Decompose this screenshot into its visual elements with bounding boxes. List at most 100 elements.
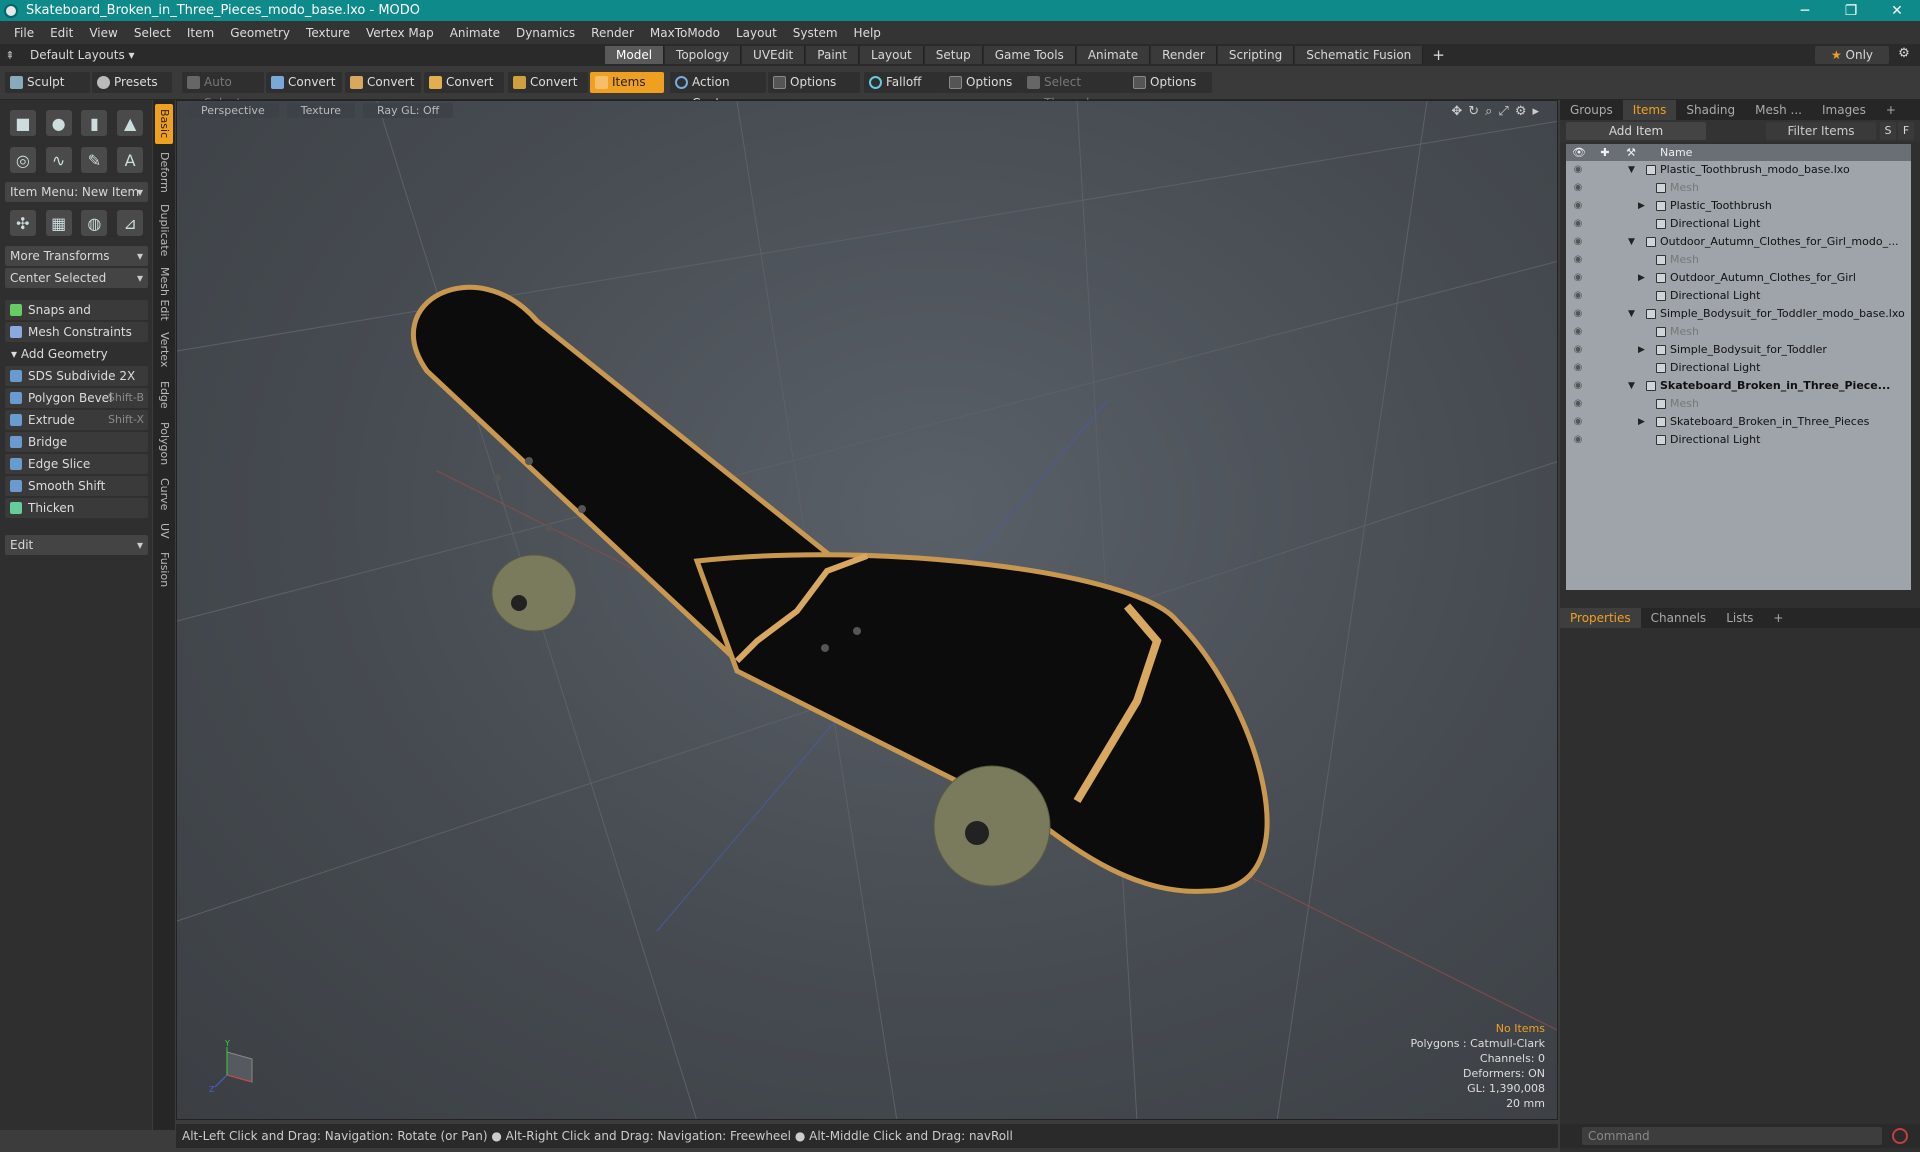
tab-channels[interactable]: Channels <box>1641 608 1717 628</box>
falloff-button[interactable]: Falloff <box>864 72 944 93</box>
vtab-deform[interactable]: Deform <box>155 148 173 196</box>
tab-images[interactable]: Images <box>1812 100 1876 120</box>
expand-arrow-icon[interactable]: ▶ <box>1638 197 1648 215</box>
tree-row[interactable]: ◉ ▼ Skateboard_Broken_in_Three_Piece... <box>1566 377 1911 395</box>
falloff-options-button[interactable]: Options <box>944 72 1022 93</box>
cone-icon[interactable]: ▲ <box>117 110 144 136</box>
tree-row[interactable]: ◉ ▼ Simple_Bodysuit_for_Toddler_modo_base.… <box>1566 305 1911 323</box>
visibility-eye-icon[interactable]: ◉ <box>1571 431 1585 449</box>
menu-select[interactable]: Select <box>126 26 179 40</box>
tab-topology[interactable]: Topology <box>665 46 742 64</box>
cylinder-icon[interactable]: ▮ <box>81 110 108 136</box>
tab-paint[interactable]: Paint <box>806 46 859 64</box>
collapse-arrow-icon[interactable]: ▼ <box>1628 161 1638 179</box>
tab-items[interactable]: Items <box>1622 100 1677 120</box>
vtab-edge[interactable]: Edge <box>155 376 173 414</box>
tree-row[interactable]: ◉ ▶ Plastic_Toothbrush <box>1566 197 1911 215</box>
sphere-icon[interactable]: ● <box>45 110 72 136</box>
tab-game-tools[interactable]: Game Tools <box>983 46 1076 64</box>
tree-row[interactable]: ◉ ▶ Outdoor_Autumn_Clothes_for_Girl <box>1566 269 1911 287</box>
tab-layout[interactable]: Layout <box>859 46 924 64</box>
visibility-eye-icon[interactable]: ◉ <box>1571 341 1585 359</box>
rotate-icon[interactable]: ↻ <box>1468 104 1479 119</box>
command-input[interactable]: Command <box>1582 1127 1882 1145</box>
sds-subdivide-button[interactable]: SDS Subdivide 2X <box>5 366 148 386</box>
visibility-eye-icon[interactable]: ◉ <box>1571 359 1585 377</box>
tree-row[interactable]: ◉ Mesh <box>1566 323 1911 341</box>
vtab-mesh-edit[interactable]: Mesh Edit <box>155 264 173 324</box>
vtab-fusion[interactable]: Fusion <box>155 548 173 592</box>
capsule-icon[interactable]: ∿ <box>45 147 72 173</box>
transform-icon[interactable]: ✣ <box>9 210 36 236</box>
visibility-eye-icon[interactable]: ◉ <box>1571 377 1585 395</box>
tab-lists[interactable]: Lists <box>1716 608 1763 628</box>
add-geometry-header[interactable]: ▾ Add Geometry <box>5 345 148 363</box>
menu-maxtomodo[interactable]: MaxToModo <box>642 26 728 40</box>
shading-dropdown[interactable]: Texture <box>286 103 355 118</box>
record-macro-icon[interactable] <box>1892 1128 1908 1144</box>
minimize-button[interactable]: ─ <box>1782 3 1828 19</box>
edit-dropdown[interactable]: Edit <box>5 535 148 555</box>
select-through-button[interactable]: Select Through <box>1022 72 1128 110</box>
tree-row[interactable]: ◉ Directional Light <box>1566 287 1911 305</box>
menu-help[interactable]: Help <box>846 26 889 40</box>
tree-row[interactable]: ◉ Directional Light <box>1566 359 1911 377</box>
lock-column-icon[interactable]: ✚ <box>1592 146 1618 159</box>
menu-render[interactable]: Render <box>583 26 642 40</box>
add-item-dropdown[interactable]: Add Item <box>1566 122 1706 140</box>
expand-arrow-icon[interactable]: ▶ <box>1638 413 1648 431</box>
center-selected-dropdown[interactable]: Center Selected <box>5 268 148 288</box>
tree-row[interactable]: ◉ Mesh <box>1566 179 1911 197</box>
close-button[interactable]: ✕ <box>1874 3 1920 19</box>
filter-items-input[interactable]: Filter Items <box>1766 122 1876 140</box>
items-mode-button[interactable]: Items <box>590 72 664 93</box>
tab-uvedit[interactable]: UVEdit <box>742 46 806 64</box>
visibility-eye-icon[interactable]: ◉ <box>1571 215 1585 233</box>
viewport-gear-icon[interactable]: ⚙ <box>1515 104 1527 119</box>
tab-animate[interactable]: Animate <box>1076 46 1151 64</box>
polygon-bevel-button[interactable]: Polygon Bevel Shift-B <box>5 388 148 408</box>
3d-viewport[interactable]: Perspective Texture Ray GL: Off ✥ ↻ ⌕ ⤢ … <box>176 100 1558 1120</box>
more-transforms-dropdown[interactable]: More Transforms <box>5 246 148 266</box>
menu-texture[interactable]: Texture <box>298 26 358 40</box>
globe-icon[interactable]: ◍ <box>81 210 108 236</box>
viewport-arrow-icon[interactable]: ▸ <box>1532 104 1539 119</box>
add-panel-tab-icon[interactable]: + <box>1876 100 1906 120</box>
tab-model[interactable]: Model <box>605 46 665 64</box>
menu-file[interactable]: File <box>6 26 42 40</box>
thicken-button[interactable]: Thicken <box>5 498 148 518</box>
vtab-curve[interactable]: Curve <box>155 474 173 514</box>
add-tab-icon[interactable]: + <box>1424 46 1453 64</box>
visibility-eye-icon[interactable]: ◉ <box>1571 179 1585 197</box>
collapse-arrow-icon[interactable]: ▼ <box>1628 377 1638 395</box>
menu-geometry[interactable]: Geometry <box>222 26 298 40</box>
tree-row[interactable]: ◉ Mesh <box>1566 395 1911 413</box>
grid-icon[interactable]: ▦ <box>45 210 72 236</box>
convert-vertex-button[interactable]: Convert <box>266 72 342 93</box>
tab-scripting[interactable]: Scripting <box>1217 46 1295 64</box>
tab-properties[interactable]: Properties <box>1560 608 1641 628</box>
visibility-eye-icon[interactable]: ◉ <box>1571 251 1585 269</box>
type-column-icon[interactable]: ⚒ <box>1618 146 1644 159</box>
vtab-vertex[interactable]: Vertex <box>155 328 173 372</box>
gear-icon[interactable]: ⚙ <box>1893 46 1915 64</box>
raygl-toggle[interactable]: Ray GL: Off <box>363 103 454 118</box>
only-button[interactable]: ★ Only <box>1815 46 1889 64</box>
auto-select-button[interactable]: Auto Select <box>182 72 264 110</box>
visibility-eye-icon[interactable]: ◉ <box>1571 395 1585 413</box>
extrude-button[interactable]: Extrude Shift-X <box>5 410 148 430</box>
expand-arrow-icon[interactable]: ▶ <box>1638 269 1648 287</box>
fit-icon[interactable]: ⤢ <box>1498 104 1508 119</box>
snaps-precision-button[interactable]: Snaps and Precision <box>5 300 148 337</box>
collapse-arrow-icon[interactable]: ▼ <box>1628 233 1638 251</box>
menu-animate[interactable]: Animate <box>442 26 508 40</box>
select-options-button[interactable]: Options <box>1128 72 1212 93</box>
item-menu-dropdown[interactable]: Item Menu: New Item <box>5 182 148 202</box>
zoom-icon[interactable]: ⌕ <box>1485 104 1492 119</box>
tree-row[interactable]: ◉ Directional Light <box>1566 215 1911 233</box>
filter-f-button[interactable]: F <box>1898 122 1914 140</box>
sculpt-button[interactable]: Sculpt <box>5 72 90 93</box>
tab-shading[interactable]: Shading <box>1676 100 1745 120</box>
tab-groups[interactable]: Groups <box>1560 100 1623 120</box>
mesh-constraints-button[interactable]: Mesh Constraints <box>5 322 148 342</box>
